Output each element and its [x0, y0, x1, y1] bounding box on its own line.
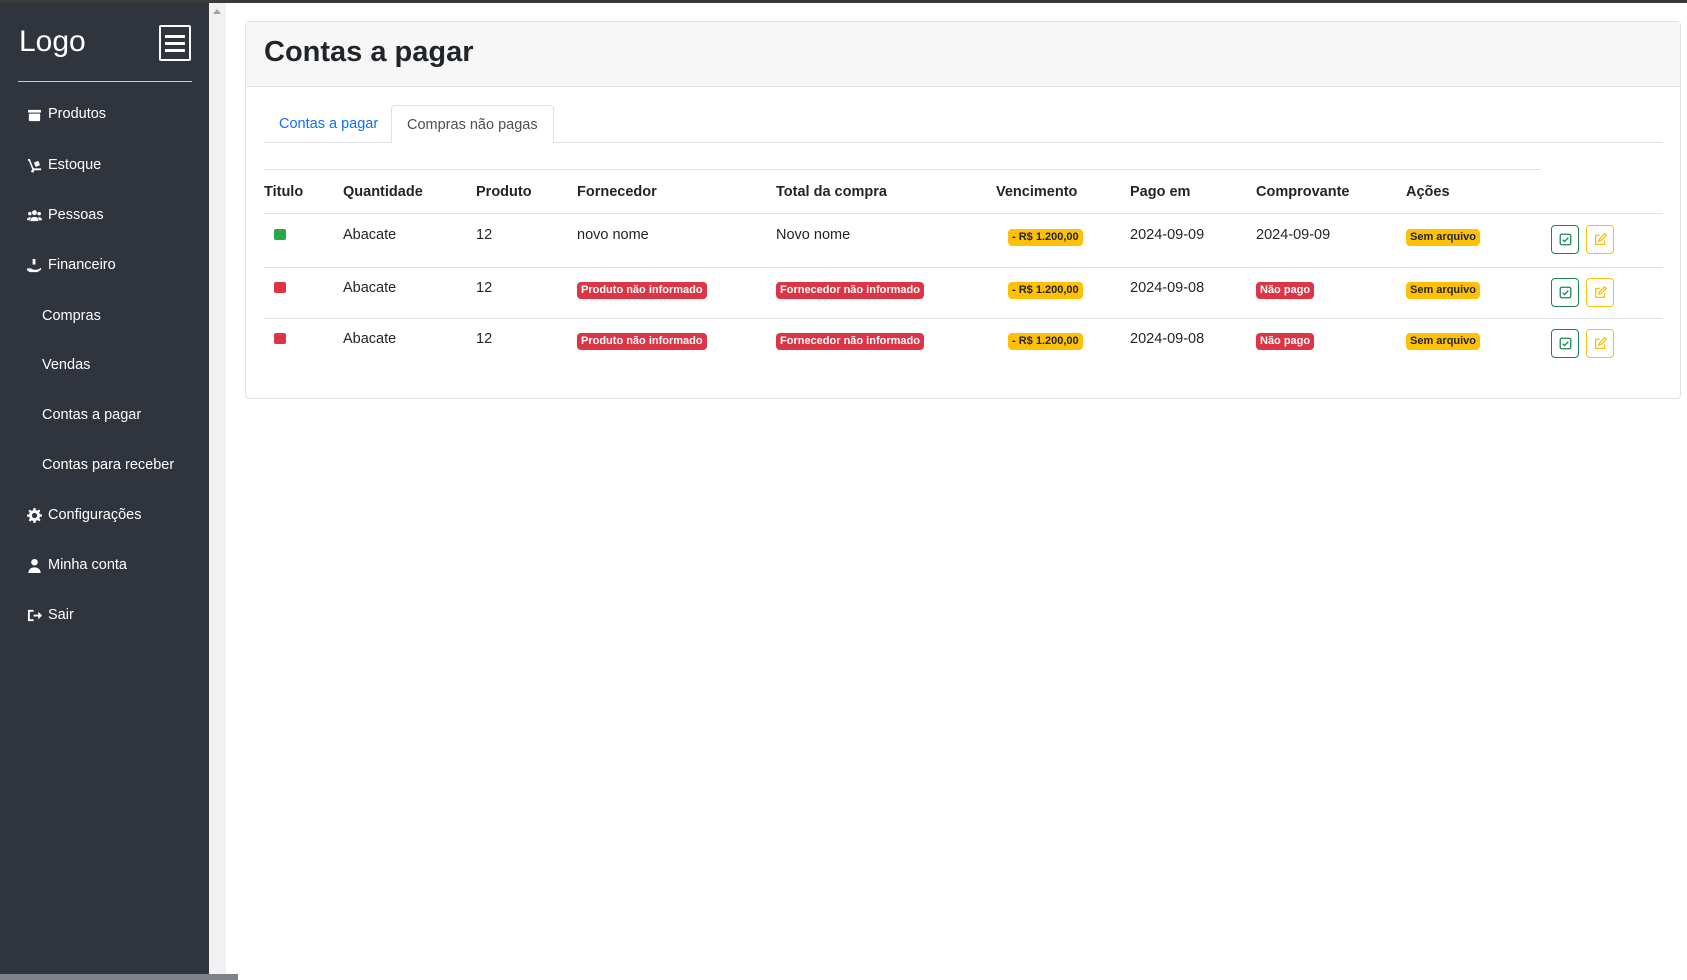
vencimento-badge: - R$ 1.200,00	[1008, 333, 1083, 350]
table-top-border	[264, 169, 1541, 170]
menu-toggle-button[interactable]	[159, 25, 191, 61]
nao-pago-badge: Não pago	[1256, 333, 1315, 350]
sidebar-item-minha-conta[interactable]: Minha conta	[27, 554, 127, 576]
cell-comprovante: 2024-09-09	[1256, 227, 1331, 243]
cell-quantidade: Abacate	[343, 280, 397, 296]
hamburger-icon-bar	[165, 48, 185, 52]
sidebar-item-sair[interactable]: Sair	[27, 604, 74, 626]
card-header: Contas a pagar	[246, 22, 1680, 87]
sidebar-item-compras[interactable]: Compras	[42, 305, 101, 327]
sidebar-item-label: Contas a pagar	[42, 407, 142, 423]
nao-pago-badge: Não pago	[1256, 282, 1315, 299]
table-divider	[264, 318, 1663, 319]
edit-button[interactable]	[1586, 225, 1614, 254]
sidebar-item-configuracoes[interactable]: Configurações	[27, 504, 142, 526]
cell-pago-em: 2024-09-09	[1130, 227, 1205, 243]
column-header-vencimento: Vencimento	[996, 184, 1078, 200]
tab-compras-nao-pagas[interactable]: Compras não pagas	[391, 105, 554, 143]
status-indicator	[274, 229, 286, 240]
confirm-payment-button[interactable]	[1551, 278, 1579, 307]
edit-icon	[1594, 286, 1607, 299]
sidebar-item-financeiro[interactable]: Financeiro	[27, 254, 116, 276]
table-divider	[264, 267, 1663, 268]
logo: Logo	[19, 25, 86, 58]
sidebar-divider	[18, 81, 192, 82]
sidebar: Logo Produtos Estoque Pessoas Financeiro…	[0, 3, 209, 980]
fornecedor-nao-informado-badge: Fornecedor não informado	[776, 282, 924, 299]
user-icon	[28, 558, 41, 573]
column-header-quantidade: Quantidade	[343, 184, 423, 200]
gear-icon	[27, 507, 42, 523]
cell-total: Novo nome	[776, 227, 851, 243]
column-header-titulo: Titulo	[264, 184, 304, 200]
hamburger-icon-bar	[165, 34, 185, 38]
confirm-payment-button[interactable]	[1551, 329, 1579, 358]
hand-money-icon	[27, 258, 42, 272]
users-icon	[27, 209, 42, 221]
vencimento-badge: - R$ 1.200,00	[1008, 229, 1083, 246]
sidebar-item-vendas[interactable]: Vendas	[42, 354, 90, 376]
status-indicator	[274, 282, 286, 293]
check-square-icon	[1559, 337, 1571, 350]
column-header-fornecedor: Fornecedor	[577, 184, 657, 200]
column-header-comprovante: Comprovante	[1256, 184, 1350, 200]
window-top-border	[0, 0, 1687, 3]
cell-fornecedor: novo nome	[577, 227, 649, 243]
sem-arquivo-badge: Sem arquivo	[1406, 282, 1481, 299]
status-indicator	[274, 333, 286, 344]
sidebar-item-label: Sair	[48, 607, 74, 623]
edit-button[interactable]	[1586, 278, 1614, 307]
cell-quantidade: Abacate	[343, 331, 397, 347]
produto-nao-informado-badge: Produto não informado	[577, 333, 707, 350]
sign-out-icon	[27, 609, 42, 621]
table-divider	[264, 213, 1663, 214]
sidebar-item-label: Minha conta	[48, 557, 127, 573]
sidebar-item-label: Produtos	[48, 106, 107, 122]
sidebar-item-pessoas[interactable]: Pessoas	[27, 204, 104, 226]
horizontal-scrollbar-thumb[interactable]	[0, 974, 238, 980]
sidebar-item-label: Contas para receber	[42, 457, 175, 473]
sidebar-item-contas-para-receber[interactable]: Contas para receber	[42, 454, 174, 476]
check-square-icon	[1559, 286, 1571, 299]
sidebar-item-estoque[interactable]: Estoque	[27, 154, 101, 176]
sidebar-item-label: Financeiro	[48, 257, 116, 273]
hamburger-icon-bar	[165, 41, 185, 45]
sidebar-item-label: Pessoas	[48, 207, 104, 223]
box-icon	[27, 109, 42, 121]
column-header-pago-em: Pago em	[1130, 184, 1191, 200]
cell-pago-em: 2024-09-08	[1130, 331, 1205, 347]
confirm-payment-button[interactable]	[1551, 225, 1579, 254]
cell-quantidade: Abacate	[343, 227, 397, 243]
column-header-total: Total da compra	[776, 184, 887, 200]
sidebar-item-label: Estoque	[48, 157, 102, 173]
column-header-acoes: Ações	[1406, 184, 1450, 200]
page-title: Contas a pagar	[264, 36, 474, 68]
sidebar-item-label: Vendas	[42, 357, 91, 373]
edit-icon	[1594, 233, 1607, 246]
edit-icon	[1594, 337, 1607, 350]
cell-produto: 12	[476, 227, 493, 243]
sidebar-item-produtos[interactable]: Produtos	[27, 103, 106, 125]
fornecedor-nao-informado-badge: Fornecedor não informado	[776, 333, 924, 350]
cell-produto: 12	[476, 331, 493, 347]
produto-nao-informado-badge: Produto não informado	[577, 282, 707, 299]
sem-arquivo-badge: Sem arquivo	[1406, 229, 1481, 246]
check-square-icon	[1559, 233, 1571, 246]
sem-arquivo-badge: Sem arquivo	[1406, 333, 1481, 350]
scroll-up-icon[interactable]	[213, 9, 221, 14]
cell-produto: 12	[476, 280, 493, 296]
sidebar-item-label: Configurações	[48, 507, 142, 523]
cell-pago-em: 2024-09-08	[1130, 280, 1205, 296]
column-header-produto: Produto	[476, 184, 532, 200]
edit-button[interactable]	[1586, 329, 1614, 358]
sidebar-item-contas-a-pagar[interactable]: Contas a pagar	[42, 404, 141, 426]
vertical-scrollbar[interactable]	[209, 3, 226, 980]
dolly-icon	[27, 158, 42, 173]
sidebar-item-label: Compras	[42, 308, 101, 324]
vencimento-badge: - R$ 1.200,00	[1008, 282, 1083, 299]
tab-contas-a-pagar[interactable]: Contas a pagar	[264, 105, 393, 143]
contas-card: Contas a pagar Contas a pagar Compras nã…	[245, 21, 1681, 399]
